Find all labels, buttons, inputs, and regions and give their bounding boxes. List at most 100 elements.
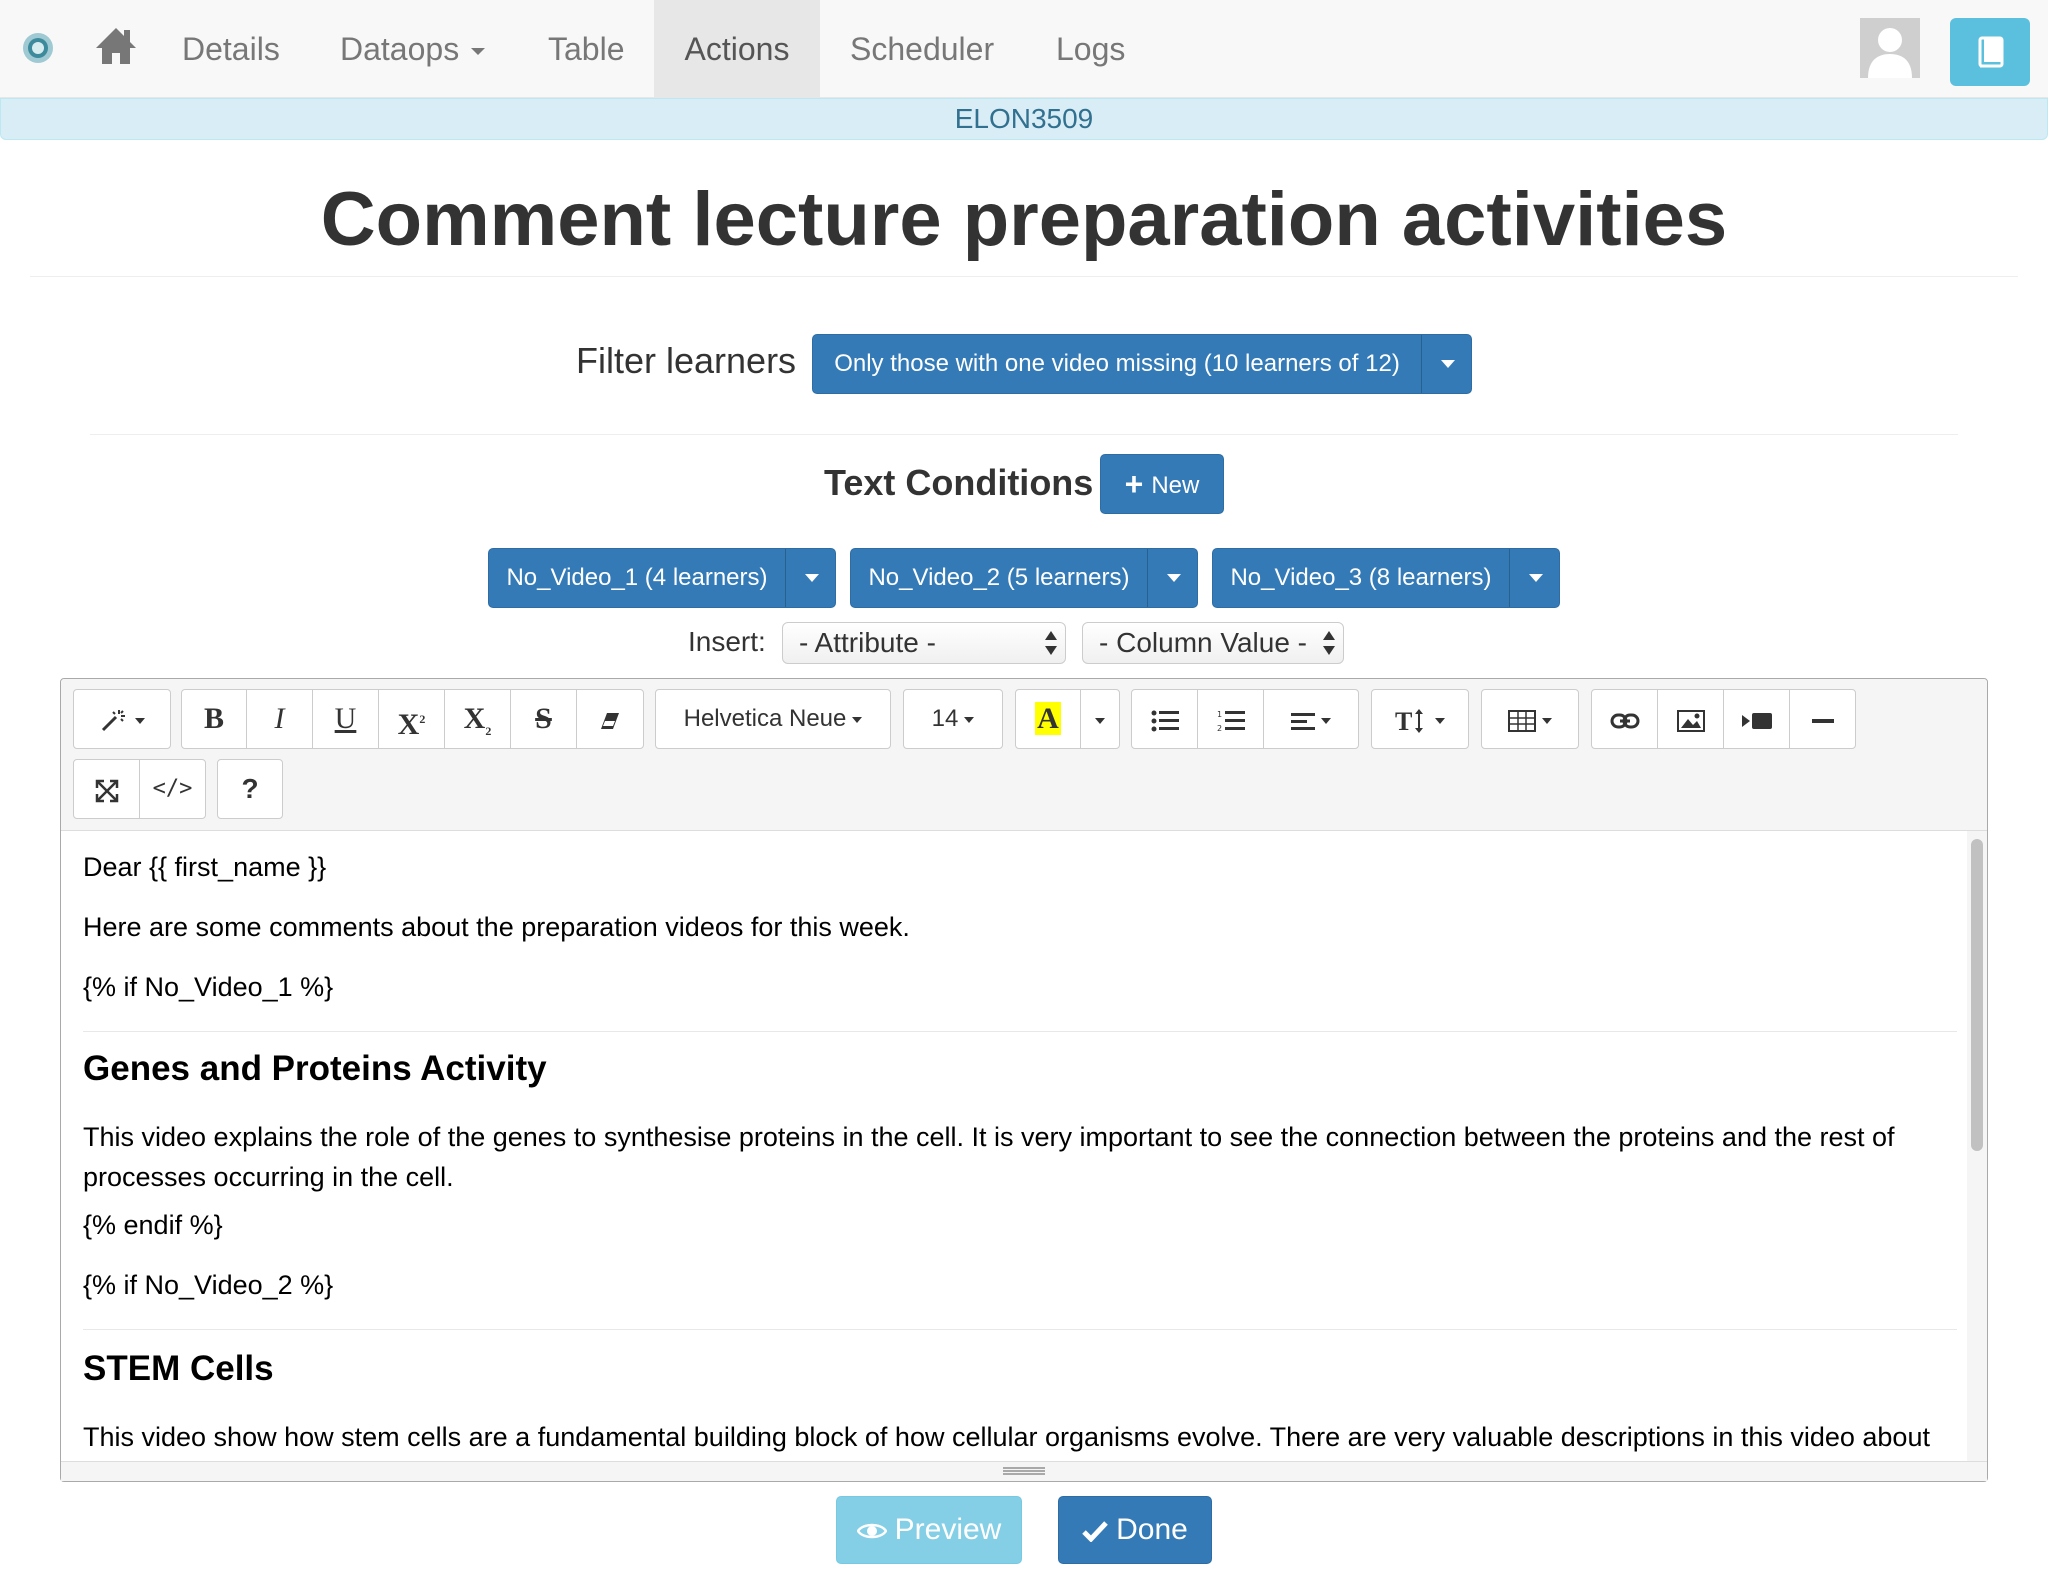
- picture-icon: [1676, 710, 1705, 733]
- select-arrows-icon: [1323, 629, 1335, 657]
- new-condition-button[interactable]: + New: [1100, 454, 1224, 514]
- code-view-button[interactable]: </>: [139, 759, 206, 819]
- text-height-icon: T: [1395, 707, 1423, 736]
- column-value-select[interactable]: - Column Value -: [1082, 622, 1344, 664]
- horizontal-rule-button[interactable]: [1789, 689, 1856, 749]
- nav-dataops-label: Dataops: [340, 31, 460, 67]
- text-color-dropdown-toggle[interactable]: [1080, 689, 1120, 749]
- superscript-button[interactable]: X2: [378, 689, 445, 749]
- done-label: Done: [1116, 1513, 1188, 1546]
- caret-down-icon: [1095, 718, 1105, 725]
- insert-link-button[interactable]: [1591, 689, 1658, 749]
- course-name-banner: ELON3509: [0, 98, 2048, 140]
- caret-down-icon: [1167, 574, 1181, 582]
- nav-scheduler-label: Scheduler: [850, 31, 995, 67]
- divider: [30, 276, 2018, 277]
- condition-dropdown-toggle[interactable]: [1509, 549, 1559, 607]
- insert-video-button[interactable]: [1723, 689, 1790, 749]
- caret-down-icon: [852, 716, 863, 723]
- eye-icon: [856, 1523, 887, 1539]
- subscript-button[interactable]: X2: [444, 689, 511, 749]
- nav-scheduler[interactable]: Scheduler: [820, 0, 1024, 98]
- divider: [90, 434, 1958, 435]
- font-size-value: 14: [931, 705, 959, 732]
- font-size-dropdown[interactable]: 14: [903, 689, 1003, 749]
- condition-button[interactable]: No_Video_3 (8 learners): [1213, 549, 1509, 607]
- section-heading: STEM Cells: [83, 1349, 274, 1388]
- italic-button[interactable]: I: [246, 689, 313, 749]
- nav-details[interactable]: Details: [152, 0, 310, 98]
- column-value-select-value: - Column Value -: [1099, 627, 1308, 658]
- table-icon: [1508, 710, 1536, 733]
- nav-actions-label: Actions: [684, 31, 790, 67]
- strikethrough-button[interactable]: S: [510, 689, 577, 749]
- font-family-dropdown[interactable]: Helvetica Neue: [655, 689, 891, 749]
- magic-wand-icon: [101, 710, 125, 732]
- fullscreen-icon: [95, 779, 118, 803]
- filter-dropdown: Only those with one video missing (10 le…: [812, 334, 1472, 394]
- editor-paragraph: This video explains the role of the gene…: [83, 1122, 1895, 1192]
- ordered-list-button[interactable]: 1 2: [1197, 689, 1264, 749]
- editor-content-area[interactable]: Dear {{ first_name }} Here are some comm…: [61, 831, 1967, 1461]
- editor-line: {% if No_Video_1 %}: [83, 972, 334, 1002]
- editor-scrollbar[interactable]: [1967, 831, 1987, 1461]
- editor-toolbar: B I U X2 X2 S Helvetica Neue 14 A 1 2 T …: [61, 679, 1987, 831]
- filter-edit-button[interactable]: Only those with one video missing (10 le…: [813, 335, 1421, 393]
- section-heading: Genes and Proteins Activity: [83, 1049, 547, 1088]
- bullet-list-icon: [1151, 710, 1179, 732]
- svg-text:2: 2: [1217, 724, 1222, 733]
- new-condition-label: New: [1151, 472, 1200, 499]
- condition-dropdown-toggle[interactable]: [1147, 549, 1197, 607]
- bold-button[interactable]: B: [181, 689, 247, 749]
- condition-dropdown: No_Video_1 (4 learners): [488, 548, 836, 608]
- user-avatar-icon[interactable]: [1860, 18, 1920, 78]
- preview-button[interactable]: Preview: [836, 1496, 1022, 1564]
- superscript-letter: X: [397, 708, 420, 741]
- horizontal-rule: [83, 1329, 1957, 1330]
- caret-down-icon: [1529, 574, 1543, 582]
- caret-down-icon: [471, 48, 486, 56]
- paragraph-align-dropdown[interactable]: [1263, 689, 1359, 749]
- nav-table[interactable]: Table: [518, 0, 655, 98]
- unordered-list-button[interactable]: [1131, 689, 1198, 749]
- clear-format-button[interactable]: [576, 689, 644, 749]
- help-button[interactable]: ?: [217, 759, 283, 819]
- condition-button[interactable]: No_Video_1 (4 learners): [489, 549, 785, 607]
- page-title: Comment lecture preparation activities: [320, 177, 1728, 262]
- caret-down-icon: [805, 574, 819, 582]
- top-navbar: Details Dataops Table Actions Scheduler …: [0, 0, 2048, 98]
- preview-label: Preview: [894, 1513, 1002, 1546]
- underline-button[interactable]: U: [312, 689, 379, 749]
- line-height-dropdown[interactable]: T: [1371, 689, 1469, 749]
- editor-line: Here are some comments about the prepara…: [83, 912, 910, 942]
- home-icon[interactable]: [94, 26, 138, 66]
- caret-down-icon: [1542, 718, 1552, 725]
- insert-label: Insert:: [688, 626, 766, 657]
- attribute-select[interactable]: - Attribute -: [782, 622, 1066, 664]
- editor-resize-handle[interactable]: [61, 1461, 1987, 1481]
- eraser-icon: [601, 713, 619, 730]
- condition-dropdown: No_Video_2 (5 learners): [850, 548, 1198, 608]
- scrollbar-thumb[interactable]: [1971, 839, 1983, 1151]
- align-left-icon: [1291, 713, 1315, 731]
- svg-text:1: 1: [1217, 710, 1222, 719]
- condition-dropdown: No_Video_3 (8 learners): [1212, 548, 1560, 608]
- nav-logs-label: Logs: [1056, 31, 1126, 67]
- table-dropdown[interactable]: [1481, 689, 1579, 749]
- nav-actions[interactable]: Actions: [654, 0, 820, 98]
- done-button[interactable]: Done: [1058, 1496, 1212, 1564]
- caret-down-icon: [1435, 717, 1445, 724]
- style-button[interactable]: [73, 689, 171, 749]
- condition-dropdown-toggle[interactable]: [785, 549, 835, 607]
- ontask-logo-icon[interactable]: [20, 30, 56, 66]
- filter-dropdown-toggle[interactable]: [1421, 335, 1471, 393]
- book-button[interactable]: [1950, 18, 2030, 86]
- text-color-button[interactable]: A: [1015, 689, 1081, 749]
- insert-image-button[interactable]: [1657, 689, 1724, 749]
- nav-dataops-dropdown[interactable]: Dataops: [310, 0, 515, 98]
- caret-down-icon: [135, 718, 145, 725]
- course-code: ELON3509: [954, 103, 1094, 134]
- condition-button[interactable]: No_Video_2 (5 learners): [851, 549, 1147, 607]
- fullscreen-button[interactable]: [73, 759, 140, 819]
- nav-logs[interactable]: Logs: [1026, 0, 1155, 98]
